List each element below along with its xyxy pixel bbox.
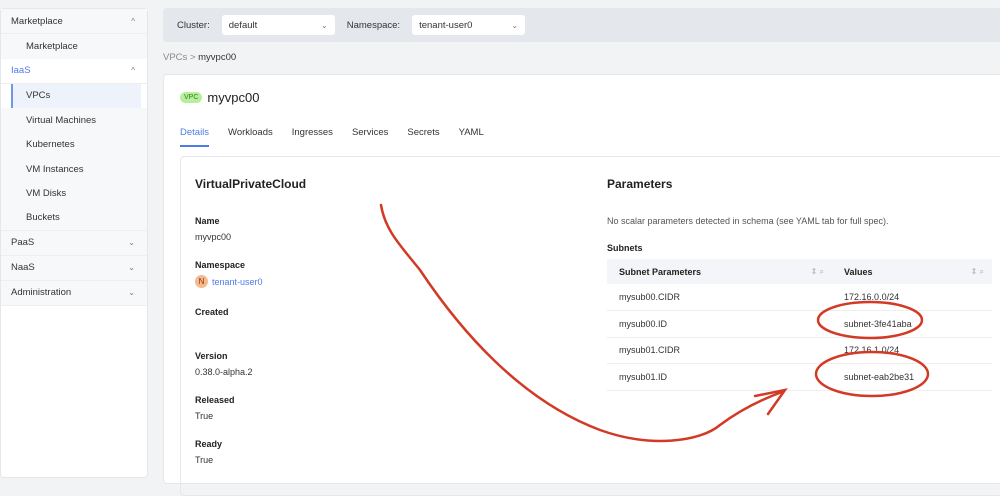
parameter-cell: mysub01.CIDR <box>607 337 833 364</box>
field-value: True <box>195 411 214 421</box>
sidebar-item-vpcs[interactable]: VPCs <box>11 83 141 108</box>
field-value: 0.38.0-alpha.2 <box>195 367 253 377</box>
sidebar-item-buckets[interactable]: Buckets <box>1 206 147 231</box>
subnets-table: Subnet Parameters ⇕ ⌕ Values ⇕ ⌕ mysub00.C… <box>607 259 992 391</box>
tab-yaml[interactable]: YAML <box>459 127 484 147</box>
column-header-values[interactable]: Values ⇕ ⌕ <box>832 259 992 284</box>
breadcrumb-vpcs[interactable]: VPCs <box>163 52 187 63</box>
sidebar-group-marketplace[interactable]: Marketplace ^ <box>1 9 147 34</box>
field-label: Released <box>195 395 235 405</box>
value-cell: subnet-eab2be31 <box>832 363 992 391</box>
chevron-down-icon: ⌄ <box>321 20 328 30</box>
cluster-value: default <box>228 19 258 31</box>
cluster-select[interactable]: default ⌄ <box>221 15 335 35</box>
chevron-down-icon: ⌄ <box>128 288 135 297</box>
details-panel: VirtualPrivateCloud Name myvpc00 Namespa… <box>180 156 1000 496</box>
kind-badge: VPC <box>180 92 203 103</box>
sidebar-item-vm-disks[interactable]: VM Disks <box>1 181 147 206</box>
sidebar-item-marketplace[interactable]: Marketplace <box>1 34 147 59</box>
sidebar-group-administration[interactable]: Administration ⌄ <box>1 280 147 306</box>
parameters-heading: Parameters <box>607 177 673 191</box>
sidebar-item-vm-instances[interactable]: VM Instances <box>1 157 147 182</box>
namespace-value: tenant-user0 <box>419 19 473 31</box>
breadcrumb-separator: > <box>189 52 196 63</box>
parameter-cell: mysub00.ID <box>607 310 833 338</box>
chevron-down-icon: ⌄ <box>128 263 135 272</box>
resource-name: myvpc00 <box>207 90 260 105</box>
group-label: NaaS <box>11 262 35 273</box>
cluster-label: Cluster: <box>177 19 210 31</box>
tab-details[interactable]: Details <box>180 127 210 147</box>
field-label: Namespace <box>195 260 246 270</box>
detail-card: VPC myvpc00 Details Workloads Ingresses S… <box>163 74 1000 496</box>
subnets-label: Subnets <box>607 243 643 253</box>
sidebar: Marketplace ^ Marketplace IaaS ^ VPCs Virt… <box>0 8 148 478</box>
chevron-up-icon: ^ <box>131 66 135 75</box>
tab-workloads[interactable]: Workloads <box>228 127 273 147</box>
top-bar: Cluster: default ⌄ Namespace: tenant-user… <box>163 8 1000 42</box>
tab-ingresses[interactable]: Ingresses <box>292 127 333 147</box>
namespace-link[interactable]: Ntenant-user0 <box>195 275 263 288</box>
page-title: VPC myvpc00 <box>180 90 259 105</box>
table-row: mysub01.ID subnet-eab2be31 <box>607 363 992 391</box>
group-label: Administration <box>11 287 72 298</box>
field-label: Ready <box>195 439 223 449</box>
sort-search-icon[interactable]: ⇕ ⌕ <box>811 267 824 277</box>
value-cell: 172.16.1.0/24 <box>832 337 992 364</box>
breadcrumb-current: myvpc00 <box>198 52 237 63</box>
table-row: mysub01.CIDR 172.16.1.0/24 <box>607 337 992 364</box>
namespace-value: tenant-user0 <box>212 276 263 287</box>
table-row: mysub00.ID subnet-3fe41aba <box>607 310 992 338</box>
sidebar-item-virtual-machines[interactable]: Virtual Machines <box>1 108 147 133</box>
sidebar-group-iaas[interactable]: IaaS ^ <box>1 58 147 84</box>
tab-services[interactable]: Services <box>352 127 388 147</box>
group-label: PaaS <box>11 237 35 248</box>
field-label: Version <box>195 351 228 361</box>
tab-secrets[interactable]: Secrets <box>407 127 439 147</box>
sidebar-item-kubernetes[interactable]: Kubernetes <box>1 132 147 157</box>
sidebar-group-naas[interactable]: NaaS ⌄ <box>1 255 147 281</box>
group-label: IaaS <box>11 65 31 76</box>
field-label: Name <box>195 216 220 226</box>
namespace-avatar: N <box>195 275 208 288</box>
sort-search-icon[interactable]: ⇕ ⌕ <box>971 267 984 277</box>
breadcrumb: VPCs > myvpc00 <box>163 52 236 63</box>
parameters-note: No scalar parameters detected in schema … <box>607 216 889 226</box>
group-label: Marketplace <box>11 15 63 27</box>
sidebar-group-paas[interactable]: PaaS ⌄ <box>1 230 147 256</box>
value-cell: subnet-3fe41aba <box>832 310 992 338</box>
chevron-down-icon: ⌄ <box>128 238 135 247</box>
parameter-cell: mysub00.CIDR <box>607 284 833 311</box>
table-row: mysub00.CIDR 172.16.0.0/24 <box>607 284 992 311</box>
tabs: Details Workloads Ingresses Services Sec… <box>180 127 484 147</box>
field-label: Created <box>195 307 229 317</box>
chevron-down-icon: ⌄ <box>511 20 519 30</box>
namespace-select[interactable]: tenant-user0 ⌄ <box>412 15 526 35</box>
field-value: True <box>195 455 214 465</box>
field-value: myvpc00 <box>195 232 232 242</box>
column-header-subnet-parameters[interactable]: Subnet Parameters ⇕ ⌕ <box>607 259 833 284</box>
value-cell: 172.16.0.0/24 <box>832 284 992 311</box>
parameter-cell: mysub01.ID <box>607 363 833 391</box>
details-heading: VirtualPrivateCloud <box>195 177 307 191</box>
chevron-up-icon: ^ <box>131 16 135 26</box>
namespace-label: Namespace: <box>346 19 401 31</box>
